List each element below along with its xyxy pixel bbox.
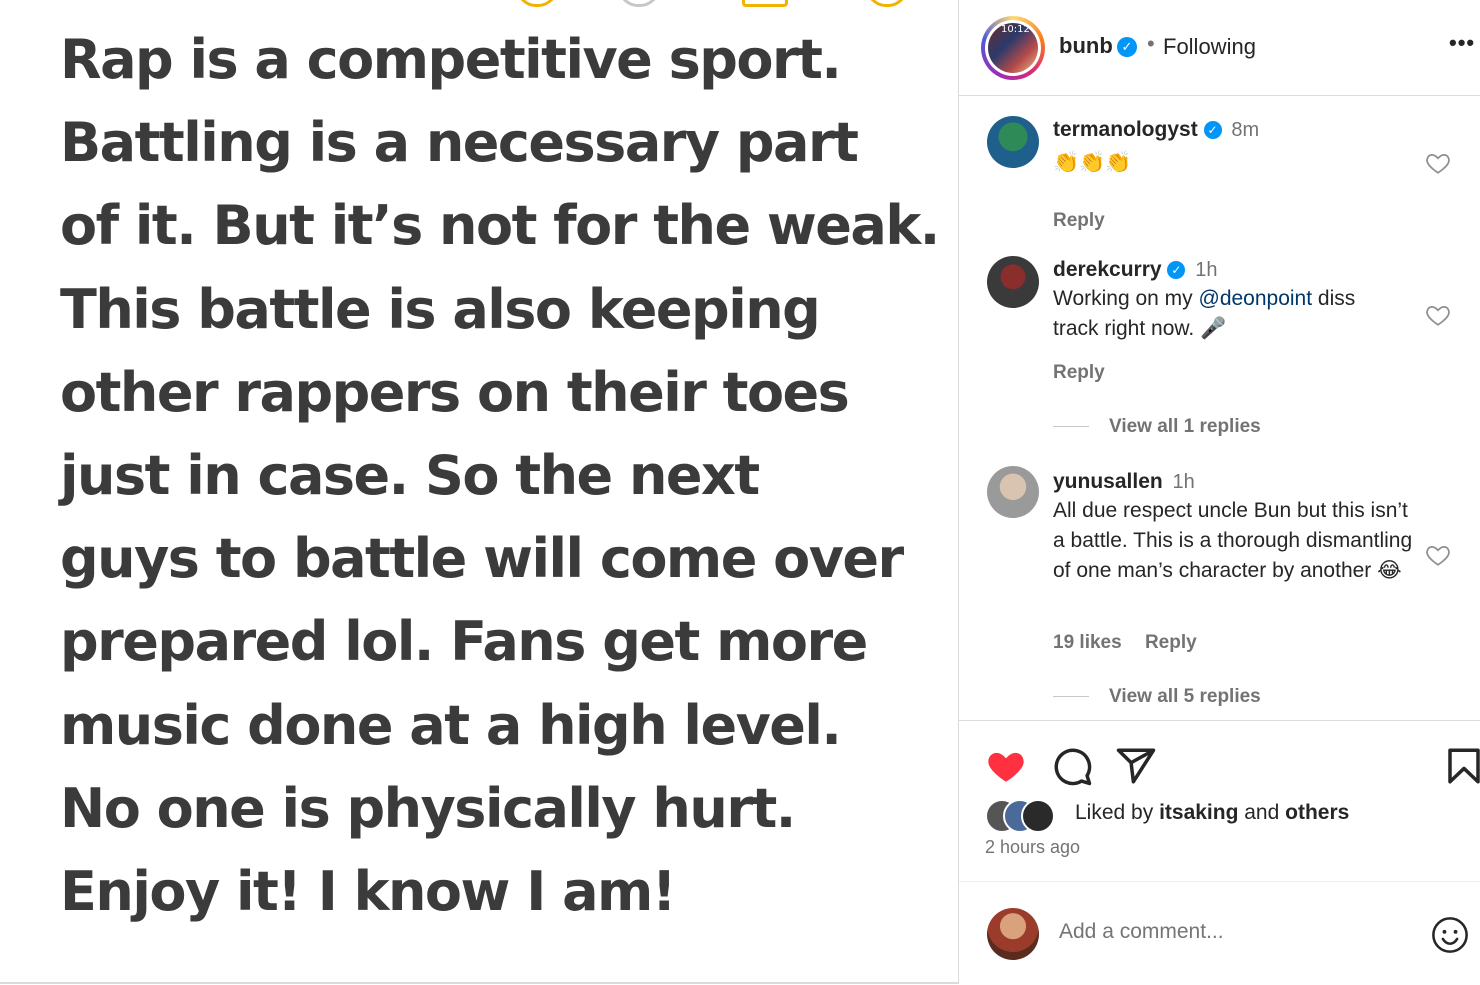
like-heart-icon[interactable] [985,745,1027,787]
reply-button[interactable]: Reply [1053,210,1105,231]
like-comment-heart-icon[interactable] [1425,302,1451,328]
author-username[interactable]: bunb [1059,33,1113,59]
more-options-icon[interactable]: ••• [1449,30,1475,56]
comment-meta: 19 likes Reply [1053,632,1215,654]
like-comment-heart-icon[interactable] [1425,542,1451,568]
emoji-icon [742,0,788,7]
emoji-icon [866,0,908,7]
comment-username[interactable]: yunusallen 1h [1053,470,1195,494]
add-comment-input[interactable] [1059,920,1379,944]
post-timestamp[interactable]: 2 hours ago [985,837,1080,858]
comments-list[interactable]: termanologyst ✓ 8m 👏👏👏 Reply derekcurry … [959,96,1480,720]
comment-time: 8m [1231,119,1260,141]
liked-by-avatars[interactable] [985,799,1075,833]
post-side-panel: 10:12 bunb ✓ • Following ••• termanology… [958,0,1480,984]
separator-dot: • [1147,31,1155,56]
comment-time: 1h [1172,471,1195,493]
like-comment-heart-icon[interactable] [1425,150,1451,176]
liked-by-text[interactable]: Liked by itsaking and others [1075,801,1349,825]
post-image: Rap is a competitive sport. Battling is … [0,0,958,984]
mention-link[interactable]: @deonpoint [1199,287,1313,310]
emoji-picker-icon[interactable] [1431,916,1469,954]
liked-by-user[interactable]: itsaking [1159,801,1238,824]
comment-time: 1h [1195,259,1218,281]
save-bookmark-icon[interactable] [1443,745,1480,787]
reply-button[interactable]: Reply [1053,362,1105,383]
verified-badge-icon: ✓ [1117,37,1137,57]
comment-text: All due respect uncle Bun but this isn’t… [1053,499,1413,582]
author-avatar[interactable]: 10:12 [981,16,1045,80]
post-actions: Liked by itsaking and others 2 hours ago [959,720,1480,984]
comment-username[interactable]: termanologyst ✓ 8m [1053,118,1259,142]
post-text: Rap is a competitive sport. Battling is … [60,28,940,924]
liked-by-others[interactable]: others [1285,801,1349,824]
avatar-time: 10:12 [1001,24,1030,35]
comment-icon[interactable] [1051,745,1093,787]
verified-badge-icon: ✓ [1167,261,1186,280]
commenter-avatar[interactable] [987,466,1039,518]
emoji-strip [0,0,958,7]
likes-count[interactable]: 19 likes [1053,632,1122,653]
view-replies-button[interactable]: View all 5 replies [1053,686,1261,708]
add-comment-bar [959,881,1480,985]
reply-button[interactable]: Reply [1145,632,1197,653]
following-button[interactable]: Following [1163,34,1256,60]
emoji-icon [516,0,558,7]
verified-badge-icon: ✓ [1203,121,1222,140]
comment-username[interactable]: derekcurry ✓ 1h [1053,258,1218,282]
view-replies-button[interactable]: View all 1 replies [1053,416,1261,438]
current-user-avatar [987,908,1039,960]
emoji-icon [618,0,660,7]
commenter-avatar[interactable] [987,256,1039,308]
commenter-avatar[interactable] [987,116,1039,168]
comment-text: Working on my @deonpoint diss track righ… [1053,287,1356,340]
share-icon[interactable] [1115,745,1157,787]
comment-text: 👏👏👏 [1053,151,1132,174]
post-header: 10:12 bunb ✓ • Following ••• [959,0,1480,96]
comment-meta: Reply [1053,210,1123,232]
comment-meta: Reply [1053,362,1123,384]
